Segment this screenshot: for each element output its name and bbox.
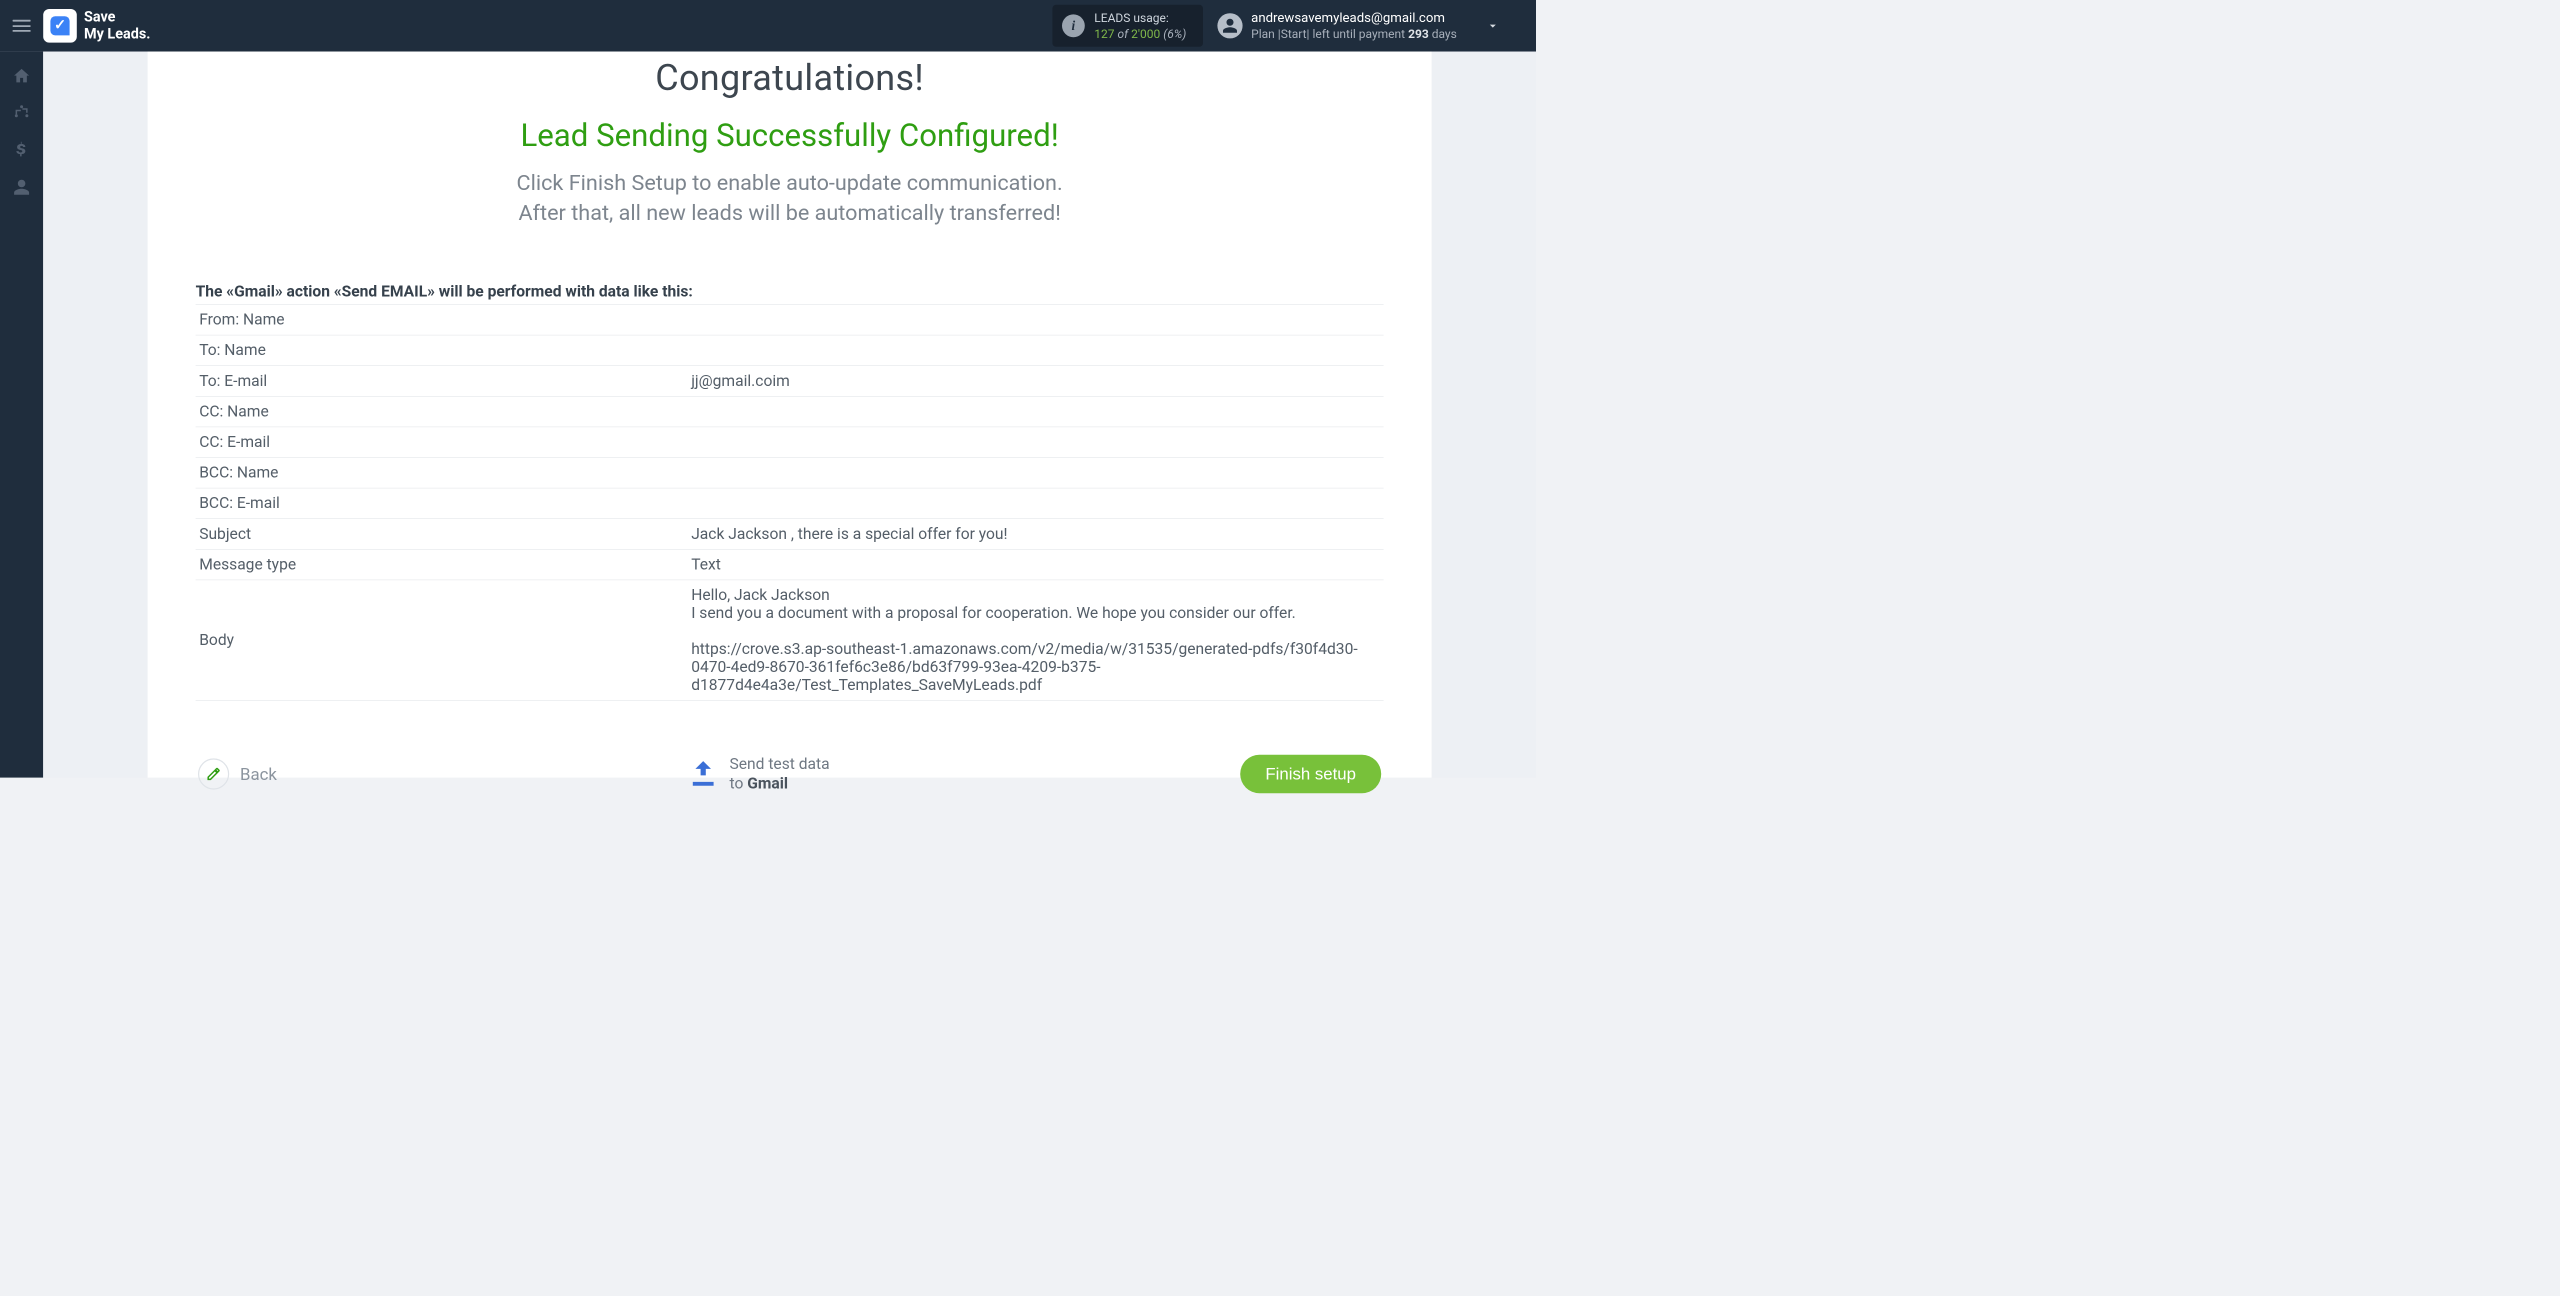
chevron-down-icon[interactable] xyxy=(1457,19,1529,33)
logo-text: Save My Leads. xyxy=(84,9,150,42)
table-row: To: E-mail jj@gmail.coim xyxy=(196,366,1384,397)
success-subtitle: Lead Sending Successfully Configured! xyxy=(196,117,1384,154)
usage-numbers: 127 of 2'000 (6%) xyxy=(1094,26,1186,40)
table-row: To: Name xyxy=(196,335,1384,366)
row-label: Message type xyxy=(199,555,691,573)
table-row: Body Hello, Jack Jackson I send you a do… xyxy=(196,580,1384,701)
table-row: Subject Jack Jackson , there is a specia… xyxy=(196,519,1384,550)
table-row: From: Name xyxy=(196,305,1384,336)
row-value xyxy=(691,341,1383,359)
row-label: BCC: Name xyxy=(199,464,691,482)
row-value: Jack Jackson , there is a special offer … xyxy=(691,525,1383,543)
row-label: From: Name xyxy=(199,311,691,329)
sidebar-item-account[interactable] xyxy=(10,175,34,199)
row-label: BCC: E-mail xyxy=(199,494,691,512)
logo-line1: Save xyxy=(84,9,115,26)
row-label: To: Name xyxy=(199,341,691,359)
pencil-icon xyxy=(198,759,229,790)
sidebar xyxy=(0,52,43,778)
row-value: Text xyxy=(691,555,1383,573)
table-row: CC: E-mail xyxy=(196,427,1384,458)
send-test-text: Send test data to Gmail xyxy=(730,755,830,794)
table-row: BCC: E-mail xyxy=(196,488,1384,519)
content-card: Congratulations! Lead Sending Successful… xyxy=(148,52,1432,778)
hamburger-icon xyxy=(13,20,31,32)
usage-text: LEADS usage: 127 of 2'000 (6%) xyxy=(1094,11,1186,41)
row-label: CC: Name xyxy=(199,402,691,420)
user-email: andrewsavemyleads@gmail.com xyxy=(1251,11,1457,27)
logo-icon xyxy=(43,9,77,43)
preview-table: From: Name To: Name To: E-mail jj@gmail.… xyxy=(196,304,1384,701)
table-row: Message type Text xyxy=(196,549,1384,580)
topbar: Save My Leads. i LEADS usage: 127 of 2'0… xyxy=(0,0,1536,52)
row-value xyxy=(691,433,1383,451)
finish-setup-button[interactable]: Finish setup xyxy=(1240,755,1381,793)
preview-title: The «Gmail» action «Send EMAIL» will be … xyxy=(196,282,1384,300)
row-value xyxy=(691,464,1383,482)
avatar-icon xyxy=(1218,13,1243,38)
table-row: BCC: Name xyxy=(196,458,1384,489)
plan-info: Plan |Start| left until payment 293 days xyxy=(1251,27,1457,41)
usage-used: 127 xyxy=(1094,26,1114,40)
info-icon: i xyxy=(1062,14,1085,37)
page-title: Congratulations! xyxy=(196,56,1384,99)
row-value xyxy=(691,402,1383,420)
row-value xyxy=(691,494,1383,512)
user-text-block: andrewsavemyleads@gmail.com Plan |Start|… xyxy=(1251,11,1457,41)
preview-section: The «Gmail» action «Send EMAIL» will be … xyxy=(196,282,1384,793)
page-wrap: Congratulations! Lead Sending Successful… xyxy=(43,52,1536,778)
logo-line2: My Leads. xyxy=(84,26,150,43)
usage-total: 2'000 xyxy=(1131,26,1160,40)
back-button[interactable]: Back xyxy=(198,759,277,790)
sidebar-item-home[interactable] xyxy=(10,64,34,88)
instruction-text: Click Finish Setup to enable auto-update… xyxy=(196,168,1384,228)
sidebar-item-billing[interactable] xyxy=(10,138,34,162)
row-label: Subject xyxy=(199,525,691,543)
back-label: Back xyxy=(240,764,277,784)
row-value: jj@gmail.coim xyxy=(691,372,1383,390)
usage-of: of xyxy=(1118,26,1132,40)
send-test-data-button[interactable]: Send test data to Gmail xyxy=(688,755,830,794)
upload-icon xyxy=(688,757,719,791)
row-value xyxy=(691,311,1383,329)
logo[interactable]: Save My Leads. xyxy=(43,9,150,43)
row-value: Hello, Jack Jackson I send you a documen… xyxy=(691,586,1383,694)
row-label: CC: E-mail xyxy=(199,433,691,451)
row-label: Body xyxy=(199,631,691,649)
usage-pct: (6%) xyxy=(1163,26,1186,40)
table-row: CC: Name xyxy=(196,396,1384,427)
usage-pill[interactable]: i LEADS usage: 127 of 2'000 (6%) xyxy=(1052,5,1203,47)
row-label: To: E-mail xyxy=(199,372,691,390)
sidebar-item-connections[interactable] xyxy=(10,101,34,125)
shell: Congratulations! Lead Sending Successful… xyxy=(0,52,1536,778)
footer-row: Back Send test data to Gmail Finish setu… xyxy=(196,755,1384,794)
usage-label: LEADS usage: xyxy=(1094,11,1186,25)
user-menu[interactable]: andrewsavemyleads@gmail.com Plan |Start|… xyxy=(1218,11,1457,41)
menu-toggle[interactable] xyxy=(0,0,43,52)
